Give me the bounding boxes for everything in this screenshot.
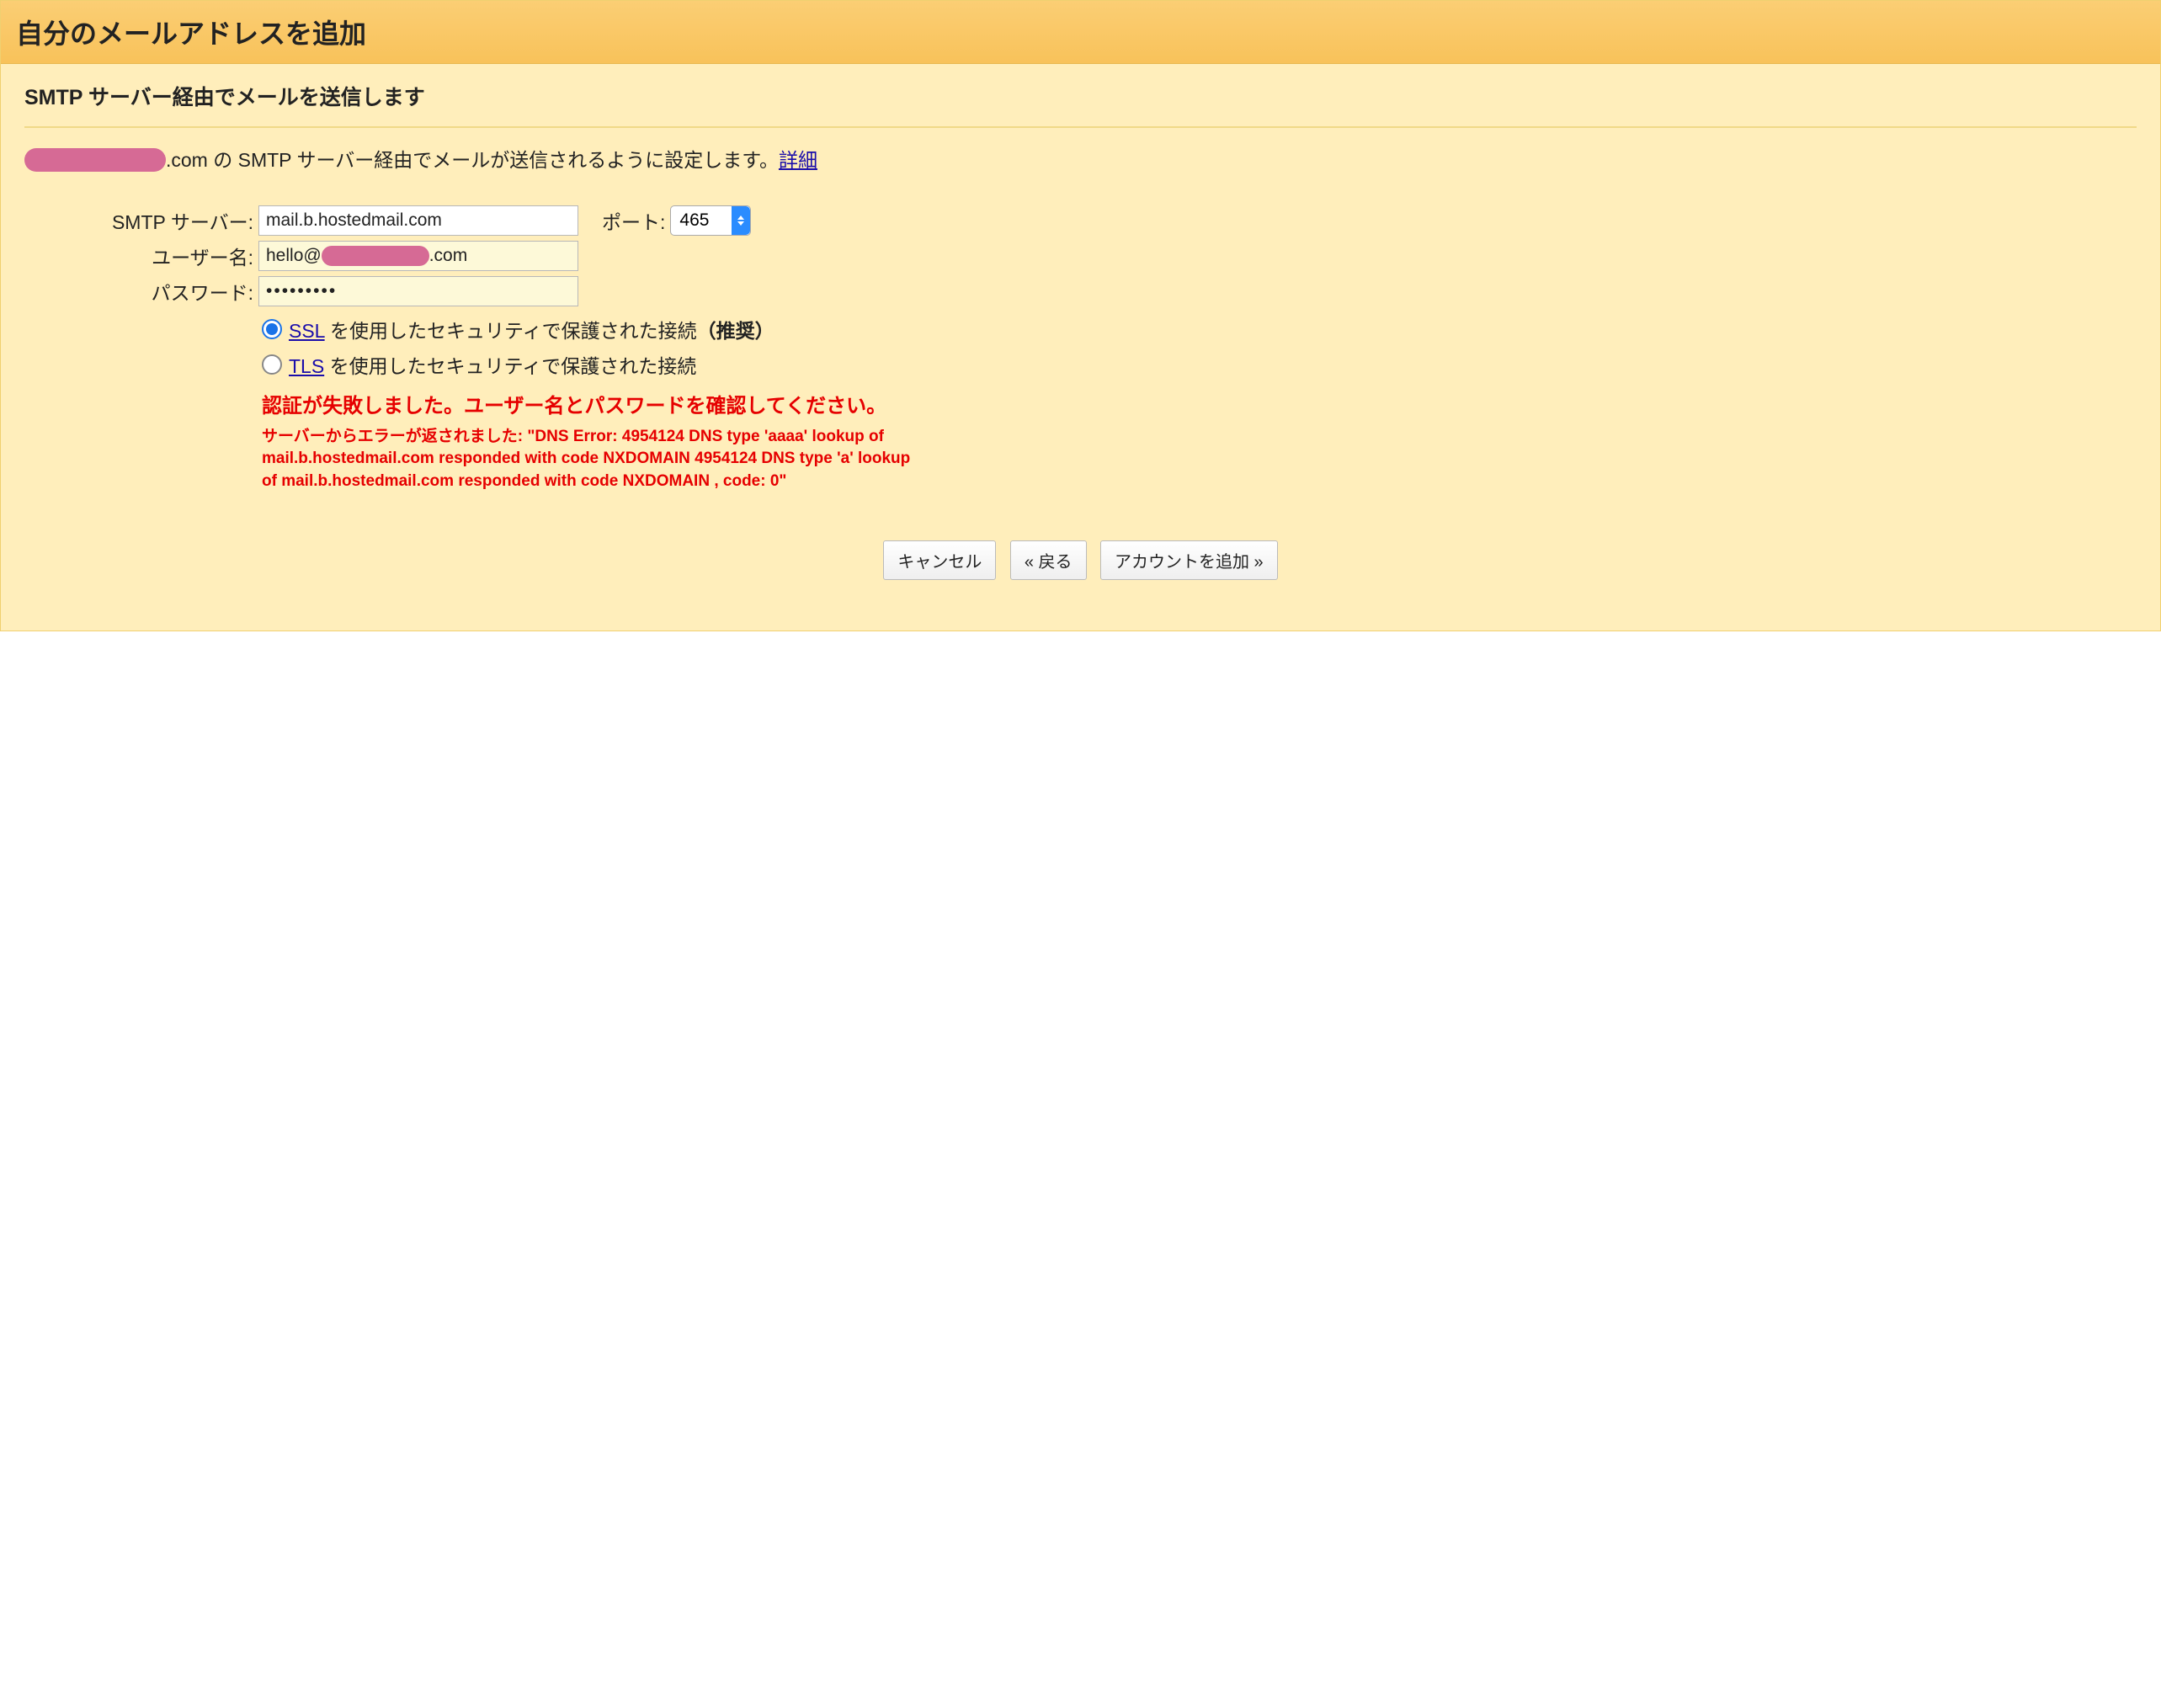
description-text: .com の SMTP サーバー経由でメールが送信されるように設定します。詳細 (24, 146, 2137, 173)
username-prefix: hello@ (266, 246, 322, 266)
ssl-radio-row[interactable]: SSL を使用したセキュリティで保護された接続（推奨） (262, 315, 2137, 343)
ssl-link[interactable]: SSL (289, 320, 325, 342)
password-row: パスワード: (75, 276, 2137, 306)
error-block: 認証が失敗しました。ユーザー名とパスワードを確認してください。 サーバーからエラ… (262, 392, 918, 492)
smtp-label: SMTP サーバー: (75, 206, 258, 235)
tls-text: を使用したセキュリティで保護された接続 (324, 355, 696, 377)
title-bar: 自分のメールアドレスを追加 (1, 1, 2160, 64)
redacted-domain (24, 148, 166, 172)
section-heading: SMTP サーバー経由でメールを送信します (24, 81, 2137, 128)
smtp-server-input[interactable] (258, 205, 578, 236)
error-detail: サーバーからエラーが返されました: "DNS Error: 4954124 DN… (262, 426, 918, 493)
ssl-radio-button[interactable] (262, 319, 282, 339)
cancel-button[interactable]: キャンセル (883, 540, 996, 580)
username-row: ユーザー名: hello@ .com (75, 241, 2137, 271)
error-heading: 認証が失敗しました。ユーザー名とパスワードを確認してください。 (262, 392, 918, 421)
ssl-recommended: （推奨） (697, 320, 774, 342)
username-suffix: .com (429, 246, 468, 266)
tls-radio-row[interactable]: TLS を使用したセキュリティで保護された接続 (262, 350, 2137, 379)
domain-suffix: .com (166, 149, 208, 171)
form-area: SMTP サーバー: ポート: 465 ユーザー名: hello@ .com パス… (75, 205, 2137, 306)
tls-radio-button[interactable] (262, 354, 282, 375)
smtp-row: SMTP サーバー: ポート: 465 (75, 205, 2137, 236)
dialog-title: 自分のメールアドレスを追加 (16, 13, 2145, 51)
username-label: ユーザー名: (75, 242, 258, 270)
port-value: 465 (679, 210, 709, 231)
dialog-content: SMTP サーバー経由でメールを送信します .com の SMTP サーバー経由… (1, 64, 2160, 631)
dropdown-arrow-icon (732, 206, 750, 235)
username-input[interactable]: hello@ .com (258, 241, 578, 271)
port-select[interactable]: 465 (670, 205, 751, 236)
add-account-button[interactable]: アカウントを追加 » (1100, 540, 1278, 580)
details-link[interactable]: 詳細 (779, 149, 817, 171)
dialog-window: 自分のメールアドレスを追加 SMTP サーバー経由でメールを送信します .com… (0, 0, 2161, 631)
password-label: パスワード: (75, 277, 258, 306)
port-label: ポート: (602, 206, 665, 235)
button-row: キャンセル « 戻る アカウントを追加 » (24, 540, 2137, 580)
password-input[interactable] (258, 276, 578, 306)
description-after: の SMTP サーバー経由でメールが送信されるように設定します。 (208, 149, 779, 171)
back-button[interactable]: « 戻る (1010, 540, 1087, 580)
security-radio-group: SSL を使用したセキュリティで保護された接続（推奨） TLS を使用したセキュ… (262, 315, 2137, 379)
tls-link[interactable]: TLS (289, 355, 324, 377)
redacted-username-domain (322, 246, 429, 266)
ssl-text: を使用したセキュリティで保護された接続 (325, 320, 697, 342)
